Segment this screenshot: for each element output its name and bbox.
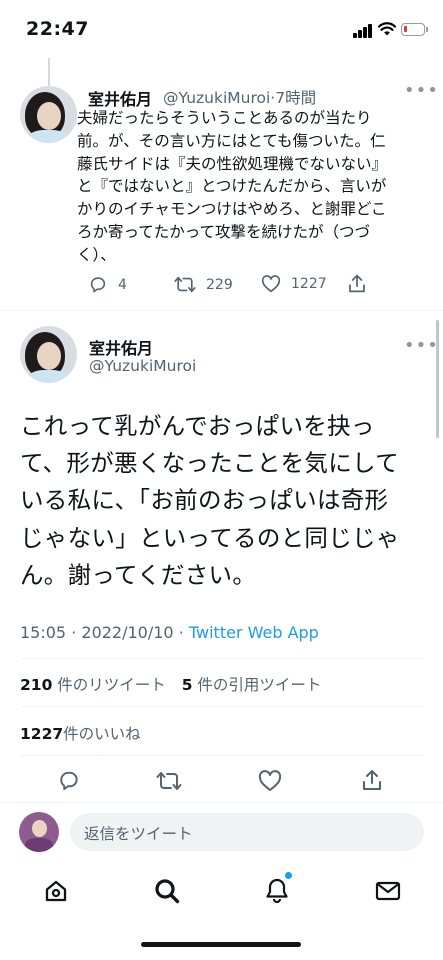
reply-count: 4	[118, 276, 127, 293]
more-options-icon[interactable]: •••	[404, 80, 439, 101]
avatar[interactable]	[20, 86, 77, 143]
home-indicator[interactable]	[141, 942, 301, 947]
quotes-label: 件の引用ツイート	[197, 676, 322, 694]
status-time: 22:47	[26, 18, 89, 40]
retweet-icon[interactable]	[156, 770, 182, 792]
messages-icon[interactable]	[375, 881, 401, 901]
reply-placeholder: 返信をツイート	[84, 825, 193, 843]
tweet-date[interactable]: 2022/10/10	[81, 623, 173, 642]
share-button[interactable]	[347, 273, 367, 294]
author-handle[interactable]: @YuzukiMuroi	[163, 89, 270, 107]
dot-separator: ·	[178, 623, 184, 642]
retweets-stat[interactable]: 210 件のリツイート	[20, 676, 166, 694]
home-icon[interactable]	[44, 879, 68, 903]
tweet-text: 夫婦だったらそういうことあるのが当たり 前。が、その言い方にはとても傷ついた。仁…	[77, 107, 433, 267]
retweet-count: 229	[206, 276, 233, 293]
tweet-timestamp-line: 15:05 · 2022/10/10 · Twitter Web App	[20, 623, 319, 642]
battery-icon	[401, 23, 428, 36]
reply-icon	[90, 277, 106, 293]
divider	[20, 658, 423, 659]
notifications-icon[interactable]	[265, 877, 289, 904]
tweet-text-line: これって乳がんでおっぱいを抉っ	[20, 412, 375, 440]
heart-icon[interactable]	[258, 770, 282, 792]
dot-separator: ·	[71, 623, 77, 642]
likes-stat[interactable]: 1227件のいいね	[20, 722, 141, 744]
reply-button[interactable]: 4	[88, 275, 127, 294]
tweet-text-line: 夫婦だったらそういうことあるのが当たり	[77, 109, 372, 127]
quotes-stat[interactable]: 5 件の引用ツイート	[182, 676, 322, 694]
divider	[0, 310, 443, 311]
author-handle-and-time[interactable]: @YuzukiMuroi·7時間	[163, 86, 316, 108]
reply-input[interactable]: 返信をツイート	[70, 813, 424, 851]
divider	[20, 706, 423, 707]
wifi-icon	[378, 22, 396, 36]
cellular-signal-icon	[353, 24, 373, 38]
tweet-text-line: ん。謝ってください。	[20, 560, 257, 589]
retweet-button[interactable]: 229	[174, 275, 233, 294]
heart-icon	[261, 275, 281, 293]
tweet-text-line: いる私に、「お前のおっぱいは奇形	[20, 486, 389, 515]
likes-value: 1227	[20, 725, 64, 743]
retweets-value: 210	[20, 676, 53, 694]
like-count: 1227	[291, 276, 327, 292]
tweet-time[interactable]: 15:05	[20, 623, 66, 642]
tweet-text-line: て、形が悪くなったことを気にして	[20, 449, 399, 478]
author-name[interactable]: 室井佑月	[89, 335, 153, 359]
notification-badge	[284, 871, 293, 880]
share-icon[interactable]	[361, 768, 383, 792]
tweet-text-line: と『ではないと』とつけたんだから、言いが	[77, 177, 387, 196]
tweet-text-line: かりのイチャモンつけはやめろ、と謝罪どこ	[77, 200, 387, 219]
likes-label: 件のいいね	[63, 725, 141, 743]
tweet-source-link[interactable]: Twitter Web App	[189, 623, 319, 642]
time-ago[interactable]: 7時間	[275, 89, 316, 107]
quotes-value: 5	[181, 676, 193, 694]
avatar[interactable]	[20, 326, 77, 383]
divider	[0, 802, 443, 803]
share-icon	[349, 274, 365, 293]
search-icon[interactable]	[154, 878, 180, 904]
more-options-icon[interactable]: •••	[404, 335, 439, 356]
tweet-text-line: じゃない」といってるのと同じじゃ	[20, 523, 400, 552]
tweet-text-line: 藤氏サイドは『夫の性欲処理機でないない』	[77, 154, 388, 173]
like-button[interactable]: 1227	[261, 275, 327, 293]
my-avatar[interactable]	[19, 812, 59, 852]
thread-connector-line	[48, 58, 50, 86]
author-handle[interactable]: @YuzukiMuroi	[89, 357, 196, 375]
tweet-text: これって乳がんでおっぱいを抉っ て、形が悪くなったことを気にして いる私に、「お…	[20, 408, 425, 594]
retweet-quote-stats: 210 件のリツイート 5 件の引用ツイート	[20, 673, 321, 695]
divider	[20, 755, 423, 756]
scrollbar[interactable]	[436, 320, 439, 438]
reply-icon[interactable]	[57, 769, 81, 792]
retweets-label: 件のリツイート	[57, 676, 166, 694]
tweet-text-line: ろか寄ってたかって攻撃を続けたが（つづ	[77, 222, 370, 241]
retweet-icon	[174, 276, 196, 293]
tweet-text-line: 前。が、その言い方にはとても傷ついた。仁	[77, 131, 386, 150]
tweet-text-line: く）、	[77, 245, 116, 264]
